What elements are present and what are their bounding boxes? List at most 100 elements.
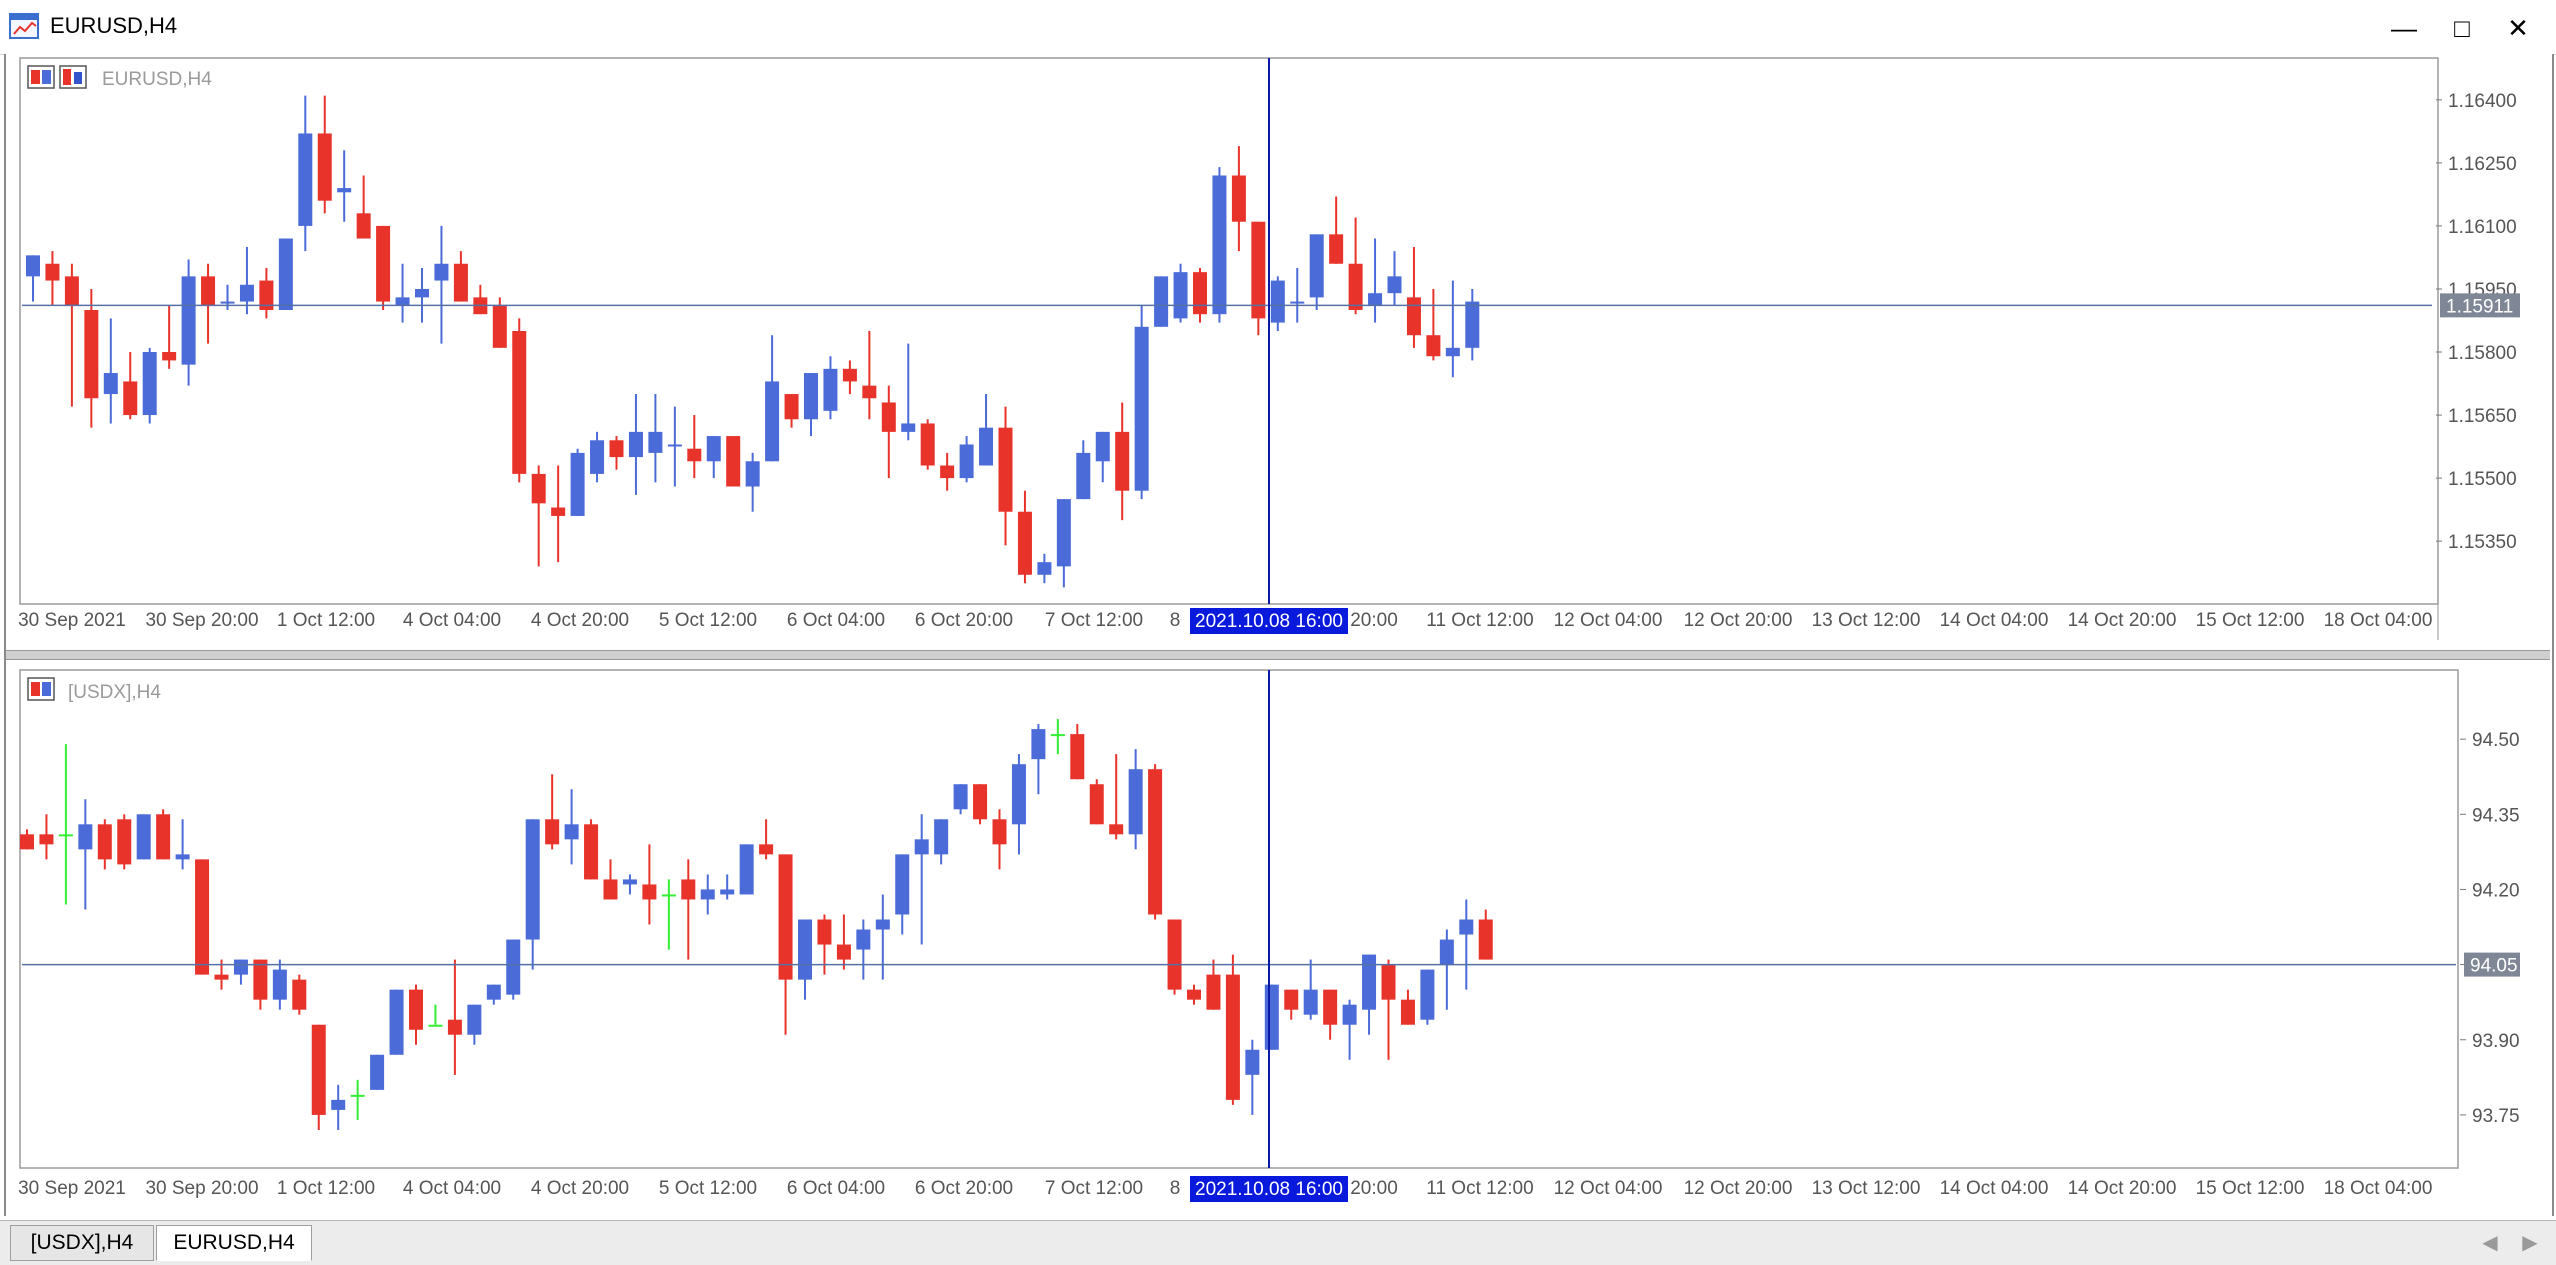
x-tick-label: 15 Oct 12:00 (2196, 610, 2305, 631)
candle-body (1070, 734, 1085, 780)
candle-body (292, 979, 307, 1010)
candle-body (415, 288, 429, 298)
candle-body (492, 305, 507, 348)
candle-body (136, 814, 151, 860)
candle (1167, 919, 1182, 995)
candle-body (45, 263, 60, 281)
chart-tab-bar: [USDX],H4 EURUSD,H4 ◀ ▶ (0, 1220, 2556, 1265)
candle-body (720, 889, 735, 895)
candle-body (1439, 939, 1454, 965)
candle-body (467, 1004, 482, 1035)
candle-body (253, 959, 268, 1000)
candle-body (545, 819, 560, 845)
candle-body (920, 423, 935, 466)
candle-body (584, 824, 599, 880)
candle (1420, 969, 1435, 1025)
candle-body (1251, 221, 1266, 319)
candle-body (298, 133, 313, 226)
x-tick-label: 1 Oct 12:00 (277, 610, 375, 631)
x-tick-label: 12 Oct 04:00 (1554, 1178, 1663, 1199)
candle-body (759, 844, 774, 855)
candle-body (914, 839, 929, 855)
candle-body (1465, 301, 1480, 348)
candle-body (97, 824, 112, 860)
candle-body (1362, 954, 1377, 1010)
candle (117, 814, 132, 870)
x-tick-label: 4 Oct 04:00 (403, 1178, 501, 1199)
tab-scroll-left-icon[interactable]: ◀ (2476, 1229, 2504, 1257)
candle-body (687, 448, 702, 462)
eurusd-current-price-badge: 1.15911 (2440, 293, 2520, 318)
candle-body (1173, 272, 1188, 319)
candle-body (551, 507, 566, 516)
charts-canvas[interactable]: EURUSD,H4 1.164001.162501.161001.159501.… (0, 0, 2556, 1220)
candle-body (1387, 276, 1402, 294)
tab-eurusd-h4[interactable]: EURUSD,H4 (156, 1225, 312, 1261)
eurusd-y-axis: 1.164001.162501.161001.159501.158001.156… (2436, 91, 2517, 553)
candle-body (706, 436, 721, 462)
candle-body (940, 465, 955, 479)
candle (1173, 263, 1188, 323)
candle-body (1076, 452, 1091, 500)
candle (1134, 305, 1149, 500)
usdx-current-price-badge: 94.05 (2464, 952, 2520, 977)
candle-body (395, 297, 410, 306)
candle-body (1193, 272, 1207, 315)
x-tick-label: 6 Oct 20:00 (915, 610, 1013, 631)
eurusd-crosshair-time-label: 2021.10.08 16:00 (1195, 611, 1343, 632)
candle-body (531, 473, 546, 504)
candle-body (745, 461, 760, 487)
candle-body (1342, 1004, 1357, 1025)
candle-body (1206, 974, 1221, 1010)
y-tick-label: 93.75 (2472, 1106, 2520, 1127)
candle (156, 809, 171, 860)
candle-body (836, 944, 851, 960)
candle-body (979, 427, 994, 466)
candle-body (64, 276, 79, 306)
x-tick-label: 20:00 (1350, 610, 1398, 631)
x-tick-label: 14 Oct 20:00 (2068, 1178, 2177, 1199)
candle-body (895, 854, 910, 915)
x-tick-label: 4 Oct 20:00 (531, 1178, 629, 1199)
candle-body (272, 969, 287, 1000)
candle-body (1459, 919, 1474, 935)
candle-body (1245, 1049, 1260, 1075)
candle-body (1478, 919, 1493, 960)
candle-body (512, 331, 527, 474)
candle-body (1011, 764, 1026, 825)
candle-body (409, 989, 423, 1030)
usdx-crosshair-time-label: 2021.10.08 16:00 (1195, 1179, 1343, 1200)
eurusd-plot-area[interactable] (19, 57, 2439, 605)
candle (506, 939, 521, 1000)
x-tick-label: 30 Sep 20:00 (145, 1178, 258, 1199)
candle-body (1270, 280, 1285, 323)
candle-body (1037, 562, 1052, 575)
x-tick-label: 14 Oct 04:00 (1940, 610, 2049, 631)
x-tick-label: 12 Oct 20:00 (1684, 1178, 1793, 1199)
usdx-chart-panel[interactable]: [USDX],H4 94.50 94.35 94.20 94.05 93.90 93.75… (18, 669, 2520, 1202)
x-tick-label: 18 Oct 04:00 (2324, 1178, 2433, 1199)
y-tick-label: 1.15350 (2448, 532, 2517, 553)
candle-body (973, 784, 988, 820)
x-tick-label: 15 Oct 12:00 (2196, 1178, 2305, 1199)
y-tick-label: 1.15650 (2448, 406, 2517, 427)
y-tick-label: 1.15800 (2448, 343, 2517, 364)
candle-body (1420, 969, 1435, 1020)
candle (1089, 779, 1104, 825)
candle-body (103, 373, 118, 395)
candle-body (278, 238, 293, 310)
eurusd-chart-panel[interactable]: EURUSD,H4 1.164001.162501.161001.159501.… (18, 57, 2520, 640)
candle-body (506, 939, 521, 995)
tab-usdx-h4[interactable]: [USDX],H4 (10, 1225, 154, 1261)
candle-body (817, 919, 832, 945)
candle-body (667, 444, 682, 447)
candle-body (953, 784, 968, 810)
candle-body (195, 859, 210, 975)
candle-body (1303, 989, 1318, 1015)
tab-scroll-right-icon[interactable]: ▶ (2516, 1229, 2544, 1257)
x-tick-label: 20:00 (1350, 1178, 1398, 1199)
x-tick-label: 14 Oct 20:00 (2068, 610, 2177, 631)
candle-body (1187, 989, 1201, 1000)
eurusd-current-price-label: 1.15911 (2446, 296, 2513, 317)
candle-body (661, 894, 676, 897)
